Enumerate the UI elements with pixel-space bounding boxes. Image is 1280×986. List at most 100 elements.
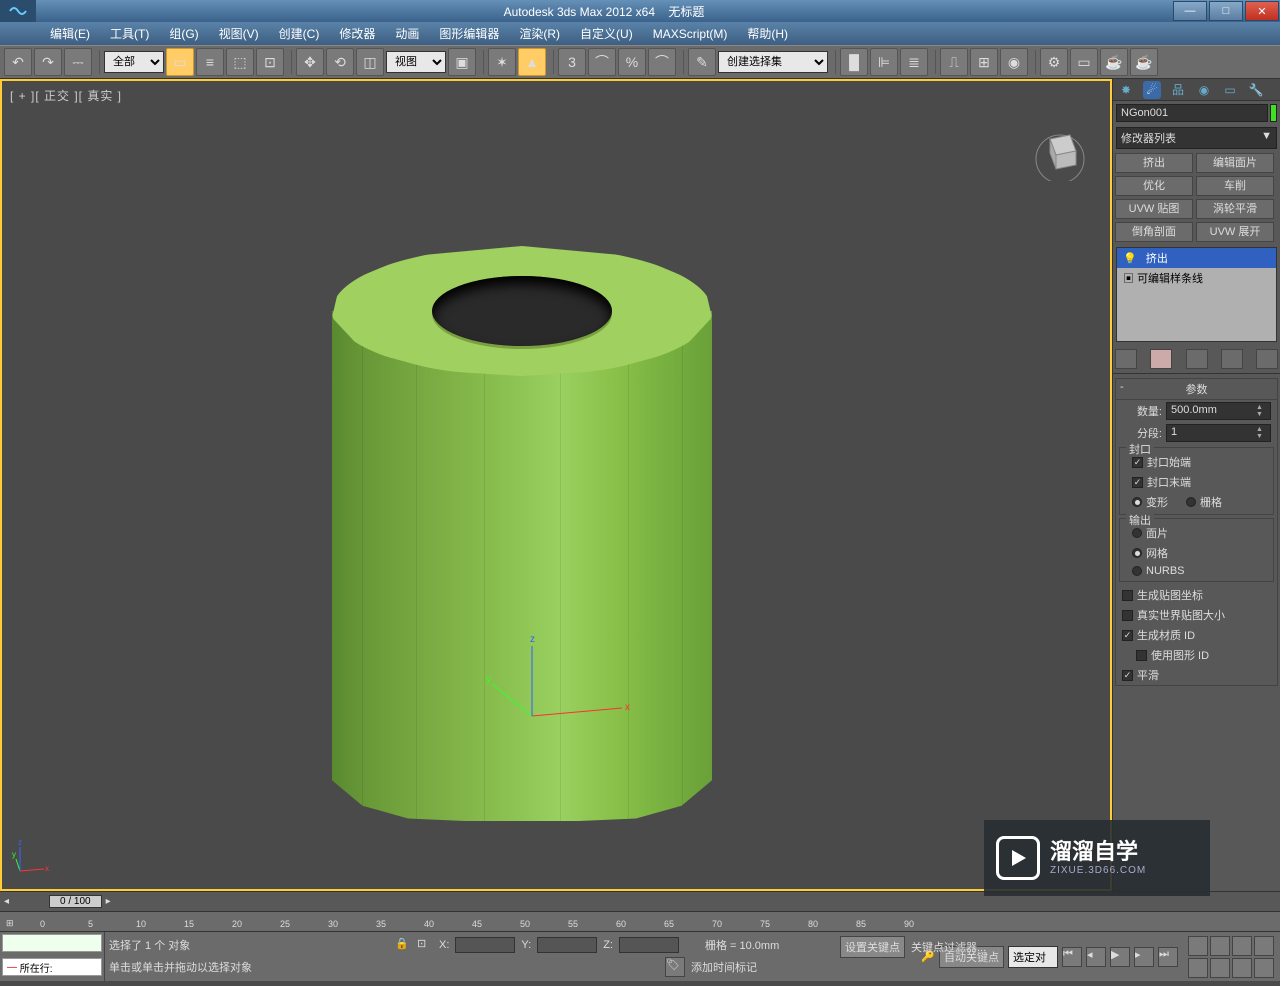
- menu-create[interactable]: 创建(C): [269, 25, 330, 42]
- mod-btn-uvwmap[interactable]: UVW 贴图: [1115, 199, 1193, 219]
- select-by-name-button[interactable]: ≡: [196, 48, 224, 76]
- menu-views[interactable]: 视图(V): [209, 25, 269, 42]
- script-listener[interactable]: — 所在行:: [0, 932, 105, 981]
- redo-button[interactable]: ↷: [34, 48, 62, 76]
- object-name-input[interactable]: [1116, 104, 1268, 122]
- goto-start-button[interactable]: ⏮: [1062, 947, 1082, 967]
- mod-btn-uvwunwrap[interactable]: UVW 展开: [1196, 222, 1274, 242]
- layers-button[interactable]: ≣: [900, 48, 928, 76]
- percent-snap-button[interactable]: %: [618, 48, 646, 76]
- modifier-list-dropdown[interactable]: 修改器列表▼: [1116, 127, 1277, 149]
- undo-button[interactable]: ↶: [4, 48, 32, 76]
- ref-coord-dropdown[interactable]: 视图: [386, 51, 446, 73]
- pan-icon[interactable]: [1188, 958, 1208, 978]
- material-editor-button[interactable]: ◉: [1000, 48, 1028, 76]
- add-time-tag[interactable]: 添加时间标记: [691, 959, 757, 975]
- angle-snap-button[interactable]: ⌒: [588, 48, 616, 76]
- menu-customize[interactable]: 自定义(U): [570, 25, 643, 42]
- viewport[interactable]: [ + ][ 正交 ][ 真实 ] x y z: [0, 79, 1112, 891]
- tab-create-icon[interactable]: ✸: [1117, 81, 1135, 99]
- render-button[interactable]: ☕: [1100, 48, 1128, 76]
- keyboard-shortcut-button[interactable]: ▲: [518, 48, 546, 76]
- key-filters-label[interactable]: 关键点过滤器...: [911, 939, 986, 955]
- field-of-view-icon[interactable]: [1254, 936, 1274, 956]
- frame-indicator[interactable]: 0 / 100: [49, 895, 102, 908]
- stack-item-extrude[interactable]: 💡 挤出: [1117, 248, 1276, 268]
- grid-radio[interactable]: [1186, 497, 1196, 507]
- viewcube[interactable]: [1030, 121, 1090, 181]
- mirror-button[interactable]: ▐▌: [840, 48, 868, 76]
- real-world-checkbox[interactable]: [1122, 610, 1133, 621]
- link-button[interactable]: ⎓: [64, 48, 92, 76]
- setkey-button[interactable]: 设置关键点: [840, 936, 905, 958]
- app-icon[interactable]: [0, 0, 36, 22]
- mod-btn-extrude[interactable]: 挤出: [1115, 153, 1193, 173]
- key-filters-dropdown[interactable]: [1008, 946, 1058, 968]
- select-object-button[interactable]: ▭: [166, 48, 194, 76]
- rendered-frame-button[interactable]: ▭: [1070, 48, 1098, 76]
- snap-toggle-button[interactable]: 3: [558, 48, 586, 76]
- goto-end-button[interactable]: ⏭: [1158, 947, 1178, 967]
- y-coord-input[interactable]: [537, 937, 597, 953]
- menu-help[interactable]: 帮助(H): [737, 25, 798, 42]
- prev-frame-button[interactable]: ◂: [1086, 947, 1106, 967]
- zoom-all-icon[interactable]: [1210, 936, 1230, 956]
- mod-btn-bevelprofile[interactable]: 倒角剖面: [1115, 222, 1193, 242]
- next-frame-button[interactable]: ▸: [1134, 947, 1154, 967]
- tab-utilities-icon[interactable]: 🔧: [1247, 81, 1265, 99]
- named-sel-dropdown[interactable]: 创建选择集: [718, 51, 828, 73]
- window-crossing-button[interactable]: ⊡: [256, 48, 284, 76]
- align-button[interactable]: ⊫: [870, 48, 898, 76]
- schematic-view-button[interactable]: ⊞: [970, 48, 998, 76]
- menu-tools[interactable]: 工具(T): [100, 25, 159, 42]
- pin-stack-button[interactable]: [1115, 349, 1137, 369]
- mod-btn-optimize[interactable]: 优化: [1115, 176, 1193, 196]
- curve-editor-button[interactable]: ⎍: [940, 48, 968, 76]
- spinner-snap-button[interactable]: ⌒: [648, 48, 676, 76]
- track-bar-toggle-icon[interactable]: ⊞: [6, 918, 14, 929]
- edit-named-sel-button[interactable]: ✎: [688, 48, 716, 76]
- morph-radio[interactable]: [1132, 497, 1142, 507]
- stack-item-editablespline[interactable]: ▣ 可编辑样条线: [1117, 268, 1276, 288]
- play-button[interactable]: ▶: [1110, 947, 1130, 967]
- viewport-label[interactable]: [ + ][ 正交 ][ 真实 ]: [10, 87, 122, 104]
- menu-grapheditors[interactable]: 图形编辑器: [429, 25, 509, 42]
- orbit-icon[interactable]: [1210, 958, 1230, 978]
- tab-hierarchy-icon[interactable]: 品: [1169, 81, 1187, 99]
- segments-spinner[interactable]: 1▲▼: [1166, 424, 1271, 442]
- render-production-button[interactable]: ☕: [1130, 48, 1158, 76]
- mod-btn-turbosmooth[interactable]: 涡轮平滑: [1196, 199, 1274, 219]
- tab-motion-icon[interactable]: ◉: [1195, 81, 1213, 99]
- smooth-checkbox[interactable]: ✓: [1122, 670, 1133, 681]
- maximize-viewport-icon[interactable]: [1232, 958, 1252, 978]
- patch-radio[interactable]: [1132, 528, 1142, 538]
- nurbs-radio[interactable]: [1132, 566, 1142, 576]
- scale-button[interactable]: ◫: [356, 48, 384, 76]
- remove-modifier-button[interactable]: [1221, 349, 1243, 369]
- amount-spinner[interactable]: 500.0mm▲▼: [1166, 402, 1271, 420]
- tab-display-icon[interactable]: ▭: [1221, 81, 1239, 99]
- cap-end-checkbox[interactable]: ✓: [1132, 477, 1143, 488]
- min-max-toggle-icon[interactable]: [1254, 958, 1274, 978]
- mod-btn-editpatch[interactable]: 编辑面片: [1196, 153, 1274, 173]
- selection-lock-icon[interactable]: ⊡: [417, 937, 433, 953]
- menu-edit[interactable]: 编辑(E): [40, 25, 100, 42]
- make-unique-button[interactable]: [1186, 349, 1208, 369]
- use-shape-id-checkbox[interactable]: [1136, 650, 1147, 661]
- menu-animation[interactable]: 动画: [385, 25, 429, 42]
- cap-start-checkbox[interactable]: ✓: [1132, 457, 1143, 468]
- maximize-button[interactable]: □: [1209, 1, 1243, 21]
- menu-maxscript[interactable]: MAXScript(M): [643, 27, 738, 41]
- mesh-radio[interactable]: [1132, 548, 1142, 558]
- close-button[interactable]: ✕: [1245, 1, 1279, 21]
- time-tag-icon[interactable]: 🏷: [665, 957, 685, 977]
- z-coord-input[interactable]: [619, 937, 679, 953]
- modifier-stack[interactable]: 💡 挤出 ▣ 可编辑样条线: [1116, 247, 1277, 342]
- configure-sets-button[interactable]: [1256, 349, 1278, 369]
- minimize-button[interactable]: —: [1173, 1, 1207, 21]
- rotate-button[interactable]: ⟲: [326, 48, 354, 76]
- tab-modify-icon[interactable]: ☄: [1143, 81, 1161, 99]
- menu-modifiers[interactable]: 修改器: [329, 25, 385, 42]
- object-color-swatch[interactable]: [1270, 104, 1277, 122]
- menu-group[interactable]: 组(G): [159, 25, 208, 42]
